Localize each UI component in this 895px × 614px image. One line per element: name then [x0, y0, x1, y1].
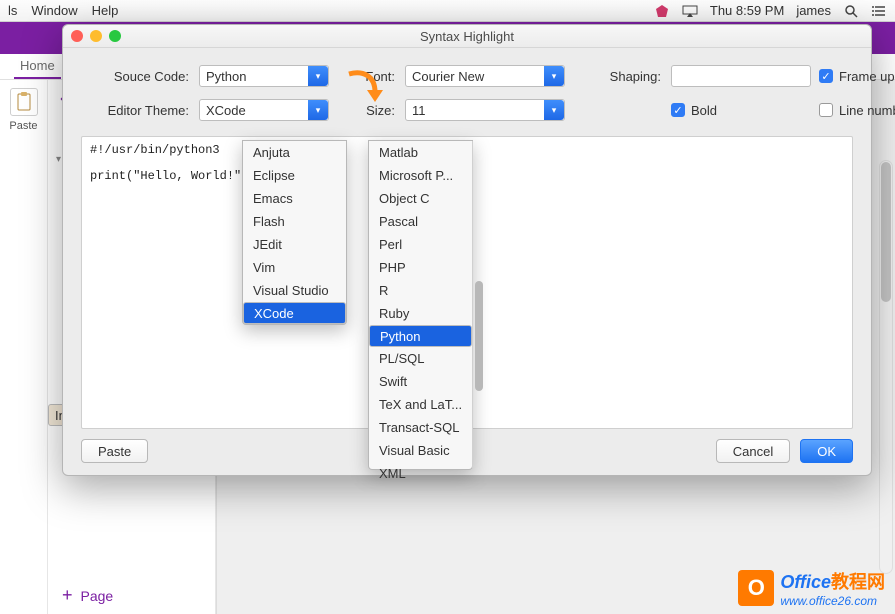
- chevron-down-icon: ▾: [544, 66, 564, 86]
- dropdown-item[interactable]: Vim: [243, 256, 346, 279]
- dialog-titlebar: Syntax Highlight: [63, 25, 871, 48]
- scrollbar[interactable]: [472, 141, 473, 469]
- tab-home[interactable]: Home: [14, 54, 61, 79]
- shaping-input[interactable]: [671, 65, 811, 87]
- ok-button[interactable]: OK: [800, 439, 853, 463]
- chevron-down-icon: ▾: [308, 100, 328, 120]
- search-icon[interactable]: [843, 4, 859, 18]
- paste-button[interactable]: Paste: [81, 439, 148, 463]
- select-size[interactable]: 11▾: [405, 99, 565, 121]
- dropdown-item[interactable]: Perl: [369, 233, 472, 256]
- menu-item[interactable]: ls: [8, 3, 17, 18]
- scrollbar[interactable]: [879, 160, 893, 574]
- minimize-icon[interactable]: [90, 30, 102, 42]
- label-shaping: Shaping:: [573, 69, 663, 84]
- dialog-title: Syntax Highlight: [420, 29, 514, 44]
- dropdown-item[interactable]: PHP: [369, 256, 472, 279]
- dropdown-item[interactable]: Object C: [369, 187, 472, 210]
- cancel-button[interactable]: Cancel: [716, 439, 790, 463]
- close-icon[interactable]: [71, 30, 83, 42]
- clock: Thu 8:59 PM: [710, 3, 784, 18]
- label-source: Souce Code:: [81, 69, 191, 84]
- dropdown-item[interactable]: Transact-SQL: [369, 416, 472, 439]
- dropdown-item[interactable]: Emacs: [243, 187, 346, 210]
- watermark: O Office教程网 www.office26.com: [738, 568, 885, 608]
- watermark-logo-icon: O: [738, 570, 774, 606]
- dropdown-item[interactable]: TeX and LaT...: [369, 393, 472, 416]
- chevron-down-icon: ▾: [544, 100, 564, 120]
- check-bold[interactable]: ✓Bold: [671, 103, 811, 118]
- dropdown-item[interactable]: R: [369, 279, 472, 302]
- dropdown-item[interactable]: Flash: [243, 210, 346, 233]
- dropdown-item[interactable]: Eclipse: [243, 164, 346, 187]
- dropdown-item[interactable]: Anjuta: [243, 141, 346, 164]
- paste-label: Paste: [9, 120, 37, 132]
- dropdown-item[interactable]: Ruby: [369, 302, 472, 325]
- checkbox-icon: ✓: [819, 69, 833, 83]
- dropdown-item[interactable]: XML: [369, 462, 472, 485]
- gem-icon[interactable]: [654, 4, 670, 18]
- dropdown-item[interactable]: Python: [369, 325, 472, 347]
- paste-icon[interactable]: [10, 88, 38, 116]
- select-source[interactable]: Python▾: [199, 65, 329, 87]
- label-font: Font:: [337, 69, 397, 84]
- dropdown-item[interactable]: Swift: [369, 370, 472, 393]
- airplay-icon[interactable]: [682, 4, 698, 18]
- menu-item[interactable]: Help: [92, 3, 119, 18]
- dropdown-item[interactable]: Visual Studio: [243, 279, 346, 302]
- checkbox-icon: ✓: [671, 103, 685, 117]
- dropdown-item[interactable]: Visual Basic: [369, 439, 472, 462]
- menubar-user[interactable]: james: [796, 3, 831, 18]
- check-frameup[interactable]: ✓Frame up: [819, 69, 895, 84]
- dropdown-item[interactable]: Microsoft P...: [369, 164, 472, 187]
- dropdown-item[interactable]: Pascal: [369, 210, 472, 233]
- label-size: Size:: [337, 103, 397, 118]
- dropdown-item[interactable]: Matlab: [369, 141, 472, 164]
- list-icon[interactable]: [871, 4, 887, 18]
- dropdown-item[interactable]: XCode: [243, 302, 346, 324]
- mac-menubar: ls Window Help Thu 8:59 PM james: [0, 0, 895, 22]
- dropdown-item[interactable]: JEdit: [243, 233, 346, 256]
- menu-item[interactable]: Window: [31, 3, 77, 18]
- select-font[interactable]: Courier New▾: [405, 65, 565, 87]
- theme-dropdown[interactable]: AnjutaEclipseEmacsFlashJEditVimVisual St…: [242, 140, 347, 325]
- checkbox-icon: [819, 103, 833, 117]
- check-linenumbers[interactable]: Line numbers: [819, 103, 895, 118]
- tool-column: Paste: [0, 80, 48, 614]
- select-theme[interactable]: XCode▾: [199, 99, 329, 121]
- plus-icon: +: [62, 585, 73, 606]
- zoom-icon[interactable]: [109, 30, 121, 42]
- add-page[interactable]: +Page: [62, 585, 113, 606]
- chevron-down-icon: ▾: [308, 66, 328, 86]
- source-dropdown[interactable]: MatlabMicrosoft P...Object CPascalPerlPH…: [368, 140, 473, 470]
- label-theme: Editor Theme:: [81, 103, 191, 118]
- dialog-form: Souce Code: Python▾ Font: Courier New▾ S…: [63, 48, 871, 134]
- dropdown-item[interactable]: PL/SQL: [369, 347, 472, 370]
